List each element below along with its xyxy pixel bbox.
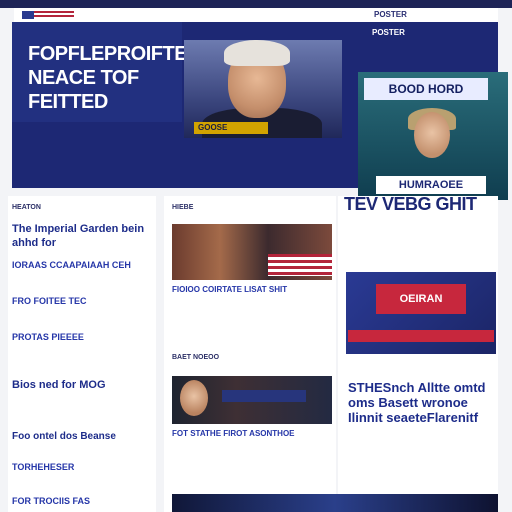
left-section-label: HEATON <box>12 204 41 211</box>
hero-promo-card[interactable]: BOOD HORD HUMRAOEE <box>358 72 508 200</box>
nav-link-poster[interactable]: POSTER <box>374 10 407 19</box>
left-story-1[interactable]: The Imperial Garden bein ahhd for <box>12 222 148 250</box>
mid-story-2-thumbnail[interactable] <box>172 376 332 424</box>
promo-title: BOOD HORD <box>364 78 488 100</box>
hero-photo-caption: GOOSE <box>194 122 268 134</box>
mid-story-1-thumbnail[interactable] <box>172 224 332 280</box>
right-column-headline[interactable]: TEV VEBG GHIT <box>344 194 498 215</box>
hero-headline-line-1: FOPFLEPROIFTE <box>28 43 188 65</box>
mid-section-label: HIEBE <box>172 204 194 211</box>
left-story-6[interactable]: Foo ontel dos Beanse <box>12 430 148 444</box>
flag-icon <box>22 11 74 19</box>
ad-badge: OEIRAN <box>376 284 466 314</box>
mid-story-2-tag <box>222 390 306 402</box>
hero-photo[interactable]: GOOSE <box>184 40 342 138</box>
left-story-2[interactable]: IORAAS CCAAPAIAAH CEH <box>12 260 148 271</box>
hero-section: FOPFLEPROIFTE NEACE TOF FEITTED GOOSE PO… <box>12 22 508 200</box>
left-story-3[interactable]: FRO FOITEE TEC <box>12 296 148 307</box>
mid-section-label-2: BAET NOEOO <box>172 354 220 361</box>
masthead: POSTER <box>14 8 498 23</box>
promo-caption: HUMRAOEE <box>376 176 486 194</box>
ad-bar <box>348 330 494 342</box>
hero-headline-line-2: NEACE TOF <box>28 67 139 89</box>
bottom-banner-image[interactable] <box>172 494 498 512</box>
mid-story-2-title[interactable]: FOT STATHE FIROT ASONTHOE <box>172 428 332 439</box>
ad-banner[interactable]: OEIRAN <box>346 272 496 354</box>
left-story-5[interactable]: Bios ned for MOG <box>12 378 148 392</box>
flag-band-icon <box>268 254 332 276</box>
left-story-7[interactable]: TORHEHESER <box>12 462 148 473</box>
right-column <box>338 196 498 512</box>
hero-headline[interactable]: FOPFLEPROIFTE NEACE TOF FEITTED <box>28 42 188 114</box>
hero-headline-line-3: FEITTED <box>28 91 108 113</box>
promo-photo-face <box>414 112 450 158</box>
right-column-story[interactable]: STHESnch Alltte omtd oms Basett wronoe I… <box>348 380 494 425</box>
hero-photo-hair <box>224 40 290 66</box>
mid-story-2-face <box>180 380 208 416</box>
mid-story-1-title[interactable]: FIOIOO COIRTATE LISAT SHIT <box>172 284 332 295</box>
left-story-4[interactable]: PROTAS PIEEEE <box>12 332 148 343</box>
left-story-8[interactable]: FOR TROCIIS FAS <box>12 496 148 507</box>
hero-right-label[interactable]: POSTER <box>372 28 405 37</box>
top-bar <box>0 0 512 8</box>
